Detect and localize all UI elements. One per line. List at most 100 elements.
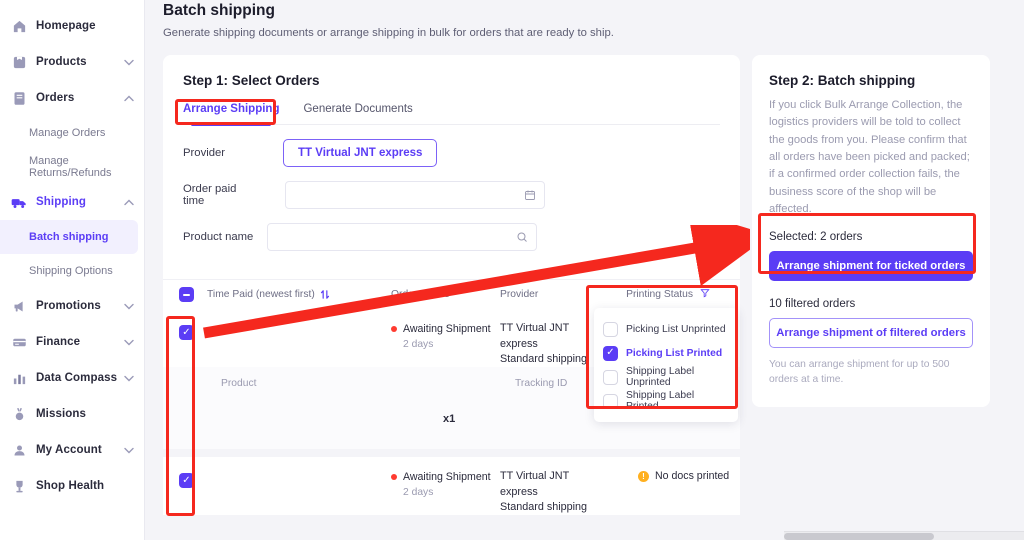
dropdown-option-picking-list-unprinted[interactable]: Picking List Unprinted [594, 319, 738, 339]
column-header-time-paid[interactable]: Time Paid (newest first) [207, 289, 315, 300]
chevron-up-icon [124, 199, 134, 206]
search-icon[interactable] [516, 231, 528, 243]
row-content: Awaiting Shipment 2 days TT Virtual JNT … [203, 457, 740, 515]
card-icon [10, 333, 28, 351]
sidebar-item-data-compass[interactable]: Data Compass [0, 360, 144, 396]
provider-row: Provider TT Virtual JNT express [183, 139, 720, 167]
sidebar-item-shop-health[interactable]: Shop Health [0, 468, 144, 504]
sidebar-item-my-account[interactable]: My Account [0, 432, 144, 468]
order-paid-time-label: Order paid time [183, 183, 237, 207]
sidebar-item-label: Finance [36, 336, 81, 348]
step1-tabs: Arrange Shipping Generate Documents [183, 103, 720, 126]
select-all-checkbox[interactable] [179, 287, 194, 302]
scrollbar-thumb[interactable] [784, 533, 934, 540]
sidebar-item-products[interactable]: Products [0, 44, 144, 80]
arrange-ticked-orders-button[interactable]: Arrange shipment for ticked orders [769, 250, 973, 281]
provider-chip[interactable]: TT Virtual JNT express [283, 139, 438, 167]
sidebar: Homepage Products Orders Manage Orders M… [0, 0, 145, 540]
sidebar-item-label: Homepage [36, 20, 96, 32]
option-checkbox[interactable] [603, 321, 618, 337]
table-header-row: Time Paid (newest first) Order Status Pr… [163, 280, 740, 309]
dropdown-option-shipping-label-unprinted[interactable]: Shipping Label Unprinted [594, 366, 738, 388]
sidebar-item-orders[interactable]: Orders [0, 80, 144, 116]
product-name-label: Product name [183, 231, 254, 243]
order-status-cell: Awaiting Shipment [391, 323, 491, 335]
sidebar-item-label: Data Compass [36, 372, 118, 384]
calendar-icon[interactable] [524, 189, 536, 201]
column-header-provider: Provider [500, 289, 539, 300]
megaphone-icon [10, 297, 28, 315]
main-content: Batch shipping Generate shipping documen… [145, 0, 1024, 540]
orders-icon [10, 89, 28, 107]
tab-arrange-shipping[interactable]: Arrange Shipping [183, 103, 279, 126]
option-label: Shipping Label Printed [626, 390, 695, 412]
sub-header-tracking-id: Tracking ID [515, 378, 568, 389]
sub-header-product: Product [221, 378, 257, 389]
sidebar-item-missions[interactable]: Missions [0, 396, 144, 432]
printing-status-dropdown[interactable]: Picking List Unprinted ✓ Picking List Pr… [594, 308, 738, 422]
step2-description: If you click Bulk Arrange Collection, th… [769, 99, 970, 216]
selected-count: Selected: 2 orders [769, 230, 863, 243]
row-select-checkbox[interactable]: ✓ [179, 325, 194, 340]
truck-icon [10, 193, 28, 211]
tab-generate-documents[interactable]: Generate Documents [303, 103, 412, 124]
product-quantity: x1 [443, 413, 456, 425]
printing-status-label: No docs printed [655, 470, 730, 482]
sidebar-item-shipping-options[interactable]: Shipping Options [0, 254, 144, 288]
provider-line-2: express [500, 485, 538, 498]
chevron-up-icon [124, 95, 134, 102]
status-dot-icon [391, 474, 397, 481]
sidebar-item-promotions[interactable]: Promotions [0, 288, 144, 324]
page-subtitle: Generate shipping documents or arrange s… [163, 27, 614, 39]
option-checkbox[interactable] [603, 369, 618, 385]
dropdown-option-shipping-label-printed[interactable]: Shipping Label Printed [594, 390, 738, 412]
printing-status-cell: ! No docs printed [638, 470, 729, 482]
table-row[interactable]: ✓ Awaiting Shipment 2 days TT Virtual JN… [163, 457, 740, 515]
column-header-printing-status[interactable]: Printing Status [593, 288, 743, 301]
person-icon [10, 441, 28, 459]
sidebar-item-manage-orders[interactable]: Manage Orders [0, 116, 144, 150]
sidebar-item-label: Shop Health [36, 480, 105, 492]
arrange-filtered-orders-button[interactable]: Arrange shipment of filtered orders [769, 317, 973, 348]
order-group-2: ✓ Awaiting Shipment 2 days TT Virtual JN… [163, 457, 740, 515]
sidebar-item-label: Missions [36, 408, 87, 420]
option-checkbox[interactable] [603, 393, 618, 409]
sidebar-item-manage-returns-refunds[interactable]: Manage Returns/Refunds [0, 150, 144, 184]
sidebar-item-homepage[interactable]: Homepage [0, 8, 144, 44]
sidebar-item-finance[interactable]: Finance [0, 324, 144, 360]
page-title: Batch shipping [163, 2, 275, 19]
medal-icon [10, 405, 28, 423]
product-name-input[interactable] [267, 223, 537, 251]
chevron-down-icon [124, 447, 134, 454]
horizontal-scrollbar[interactable] [784, 531, 1024, 540]
option-label: Picking List Printed [626, 347, 723, 359]
provider-line-3: Standard shipping [500, 501, 588, 514]
order-age: 2 days [403, 339, 434, 350]
sidebar-item-label: Products [36, 56, 87, 68]
order-paid-time-row: Order paid time [183, 181, 720, 209]
panels-row: Step 1: Select Orders Arrange Shipping G… [163, 55, 1008, 515]
warning-icon: ! [638, 470, 649, 482]
sort-icon[interactable] [320, 289, 330, 300]
filter-icon[interactable] [700, 288, 710, 301]
row-checkbox-cell: ✓ [163, 309, 203, 367]
order-status-label: Awaiting Shipment [403, 471, 491, 483]
order-paid-time-input[interactable] [285, 181, 545, 209]
chevron-down-icon [124, 59, 134, 66]
option-checkbox[interactable]: ✓ [603, 345, 618, 361]
tab-label: Generate Documents [303, 103, 413, 115]
row-select-checkbox[interactable]: ✓ [179, 473, 194, 488]
sidebar-item-shipping[interactable]: Shipping [0, 184, 144, 220]
sidebar-item-batch-shipping[interactable]: Batch shipping [0, 220, 138, 254]
app-root: Homepage Products Orders Manage Orders M… [0, 0, 1024, 540]
provider-line-2: express [500, 337, 538, 350]
detail-spacer [163, 367, 203, 449]
sidebar-item-label: Batch shipping [29, 231, 109, 243]
dropdown-option-picking-list-printed[interactable]: ✓ Picking List Printed [594, 343, 738, 363]
order-status-cell: Awaiting Shipment [391, 471, 491, 483]
sidebar-item-label: Shipping [36, 196, 86, 208]
sidebar-item-label: Manage Returns/Refunds [29, 155, 112, 179]
provider-line-3: Standard shipping [500, 353, 588, 366]
bar-chart-icon [10, 369, 28, 387]
step1-title: Step 1: Select Orders [183, 73, 320, 88]
